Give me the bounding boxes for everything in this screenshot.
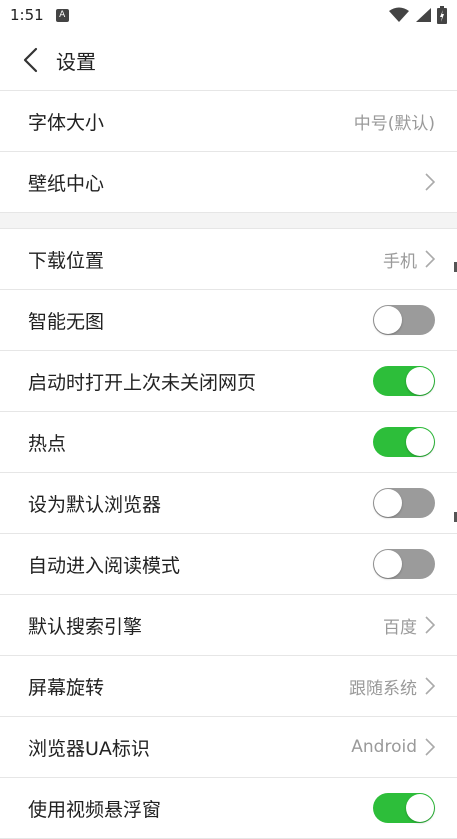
setting-label: 启动时打开上次未关闭网页 <box>28 371 257 394</box>
back-button[interactable] <box>6 36 54 84</box>
restore-tabs-toggle[interactable] <box>373 366 435 396</box>
setting-label: 壁纸中心 <box>28 172 105 195</box>
wifi-icon <box>389 7 409 22</box>
setting-label: 屏幕旋转 <box>28 676 105 699</box>
video-floating-window-toggle[interactable] <box>373 793 435 823</box>
setting-label: 设为默认浏览器 <box>28 493 162 516</box>
setting-smart-no-images: 智能无图 <box>0 290 457 351</box>
chevron-right-icon <box>425 616 435 634</box>
setting-value: 跟随系统 <box>349 678 417 699</box>
status-bar: 1:51 A <box>0 0 457 30</box>
app-bar: 设置 <box>0 30 457 91</box>
status-time: 1:51 <box>10 6 44 24</box>
chevron-right-icon <box>425 250 435 268</box>
chevron-right-icon <box>425 677 435 695</box>
setting-label: 下载位置 <box>28 249 105 272</box>
setting-restore-tabs: 启动时打开上次未关闭网页 <box>0 351 457 412</box>
setting-download-location[interactable]: 下载位置 手机 <box>0 229 457 290</box>
setting-reading-mode: 自动进入阅读模式 <box>0 534 457 595</box>
reading-mode-toggle[interactable] <box>373 549 435 579</box>
smart-no-images-toggle[interactable] <box>373 305 435 335</box>
setting-default-browser: 设为默认浏览器 <box>0 473 457 534</box>
hotspot-toggle[interactable] <box>373 427 435 457</box>
setting-label: 浏览器UA标识 <box>28 737 150 760</box>
setting-user-agent[interactable]: 浏览器UA标识 Android <box>0 717 457 778</box>
chevron-right-icon <box>425 738 435 756</box>
setting-value: 手机 <box>383 251 417 272</box>
setting-label: 智能无图 <box>28 310 105 333</box>
setting-value: Android <box>351 737 417 757</box>
setting-label: 默认搜索引擎 <box>28 615 143 638</box>
setting-value: 百度 <box>383 617 417 638</box>
setting-video-floating-window: 使用视频悬浮窗 <box>0 778 457 839</box>
setting-hotspot: 热点 <box>0 412 457 473</box>
setting-wallpaper-center[interactable]: 壁纸中心 <box>0 152 457 213</box>
default-browser-toggle[interactable] <box>373 488 435 518</box>
notification-icon: A <box>55 8 69 22</box>
section-divider <box>0 213 457 229</box>
chevron-right-icon <box>425 173 435 191</box>
setting-screen-rotation[interactable]: 屏幕旋转 跟随系统 <box>0 656 457 717</box>
setting-label: 使用视频悬浮窗 <box>28 798 162 821</box>
signal-icon <box>416 8 431 22</box>
setting-label: 自动进入阅读模式 <box>28 554 181 577</box>
battery-icon <box>437 6 447 24</box>
setting-search-engine[interactable]: 默认搜索引擎 百度 <box>0 595 457 656</box>
setting-value: 中号(默认) <box>353 113 435 134</box>
page-title: 设置 <box>56 49 96 74</box>
setting-label: 热点 <box>28 432 67 455</box>
chevron-left-icon <box>23 47 38 73</box>
setting-label: 字体大小 <box>28 111 105 134</box>
setting-font-size[interactable]: 字体大小 中号(默认) <box>0 91 457 152</box>
settings-list: 字体大小 中号(默认) 壁纸中心 下载位置 手机 智能无图 启动时打开上次未关闭… <box>0 91 457 839</box>
